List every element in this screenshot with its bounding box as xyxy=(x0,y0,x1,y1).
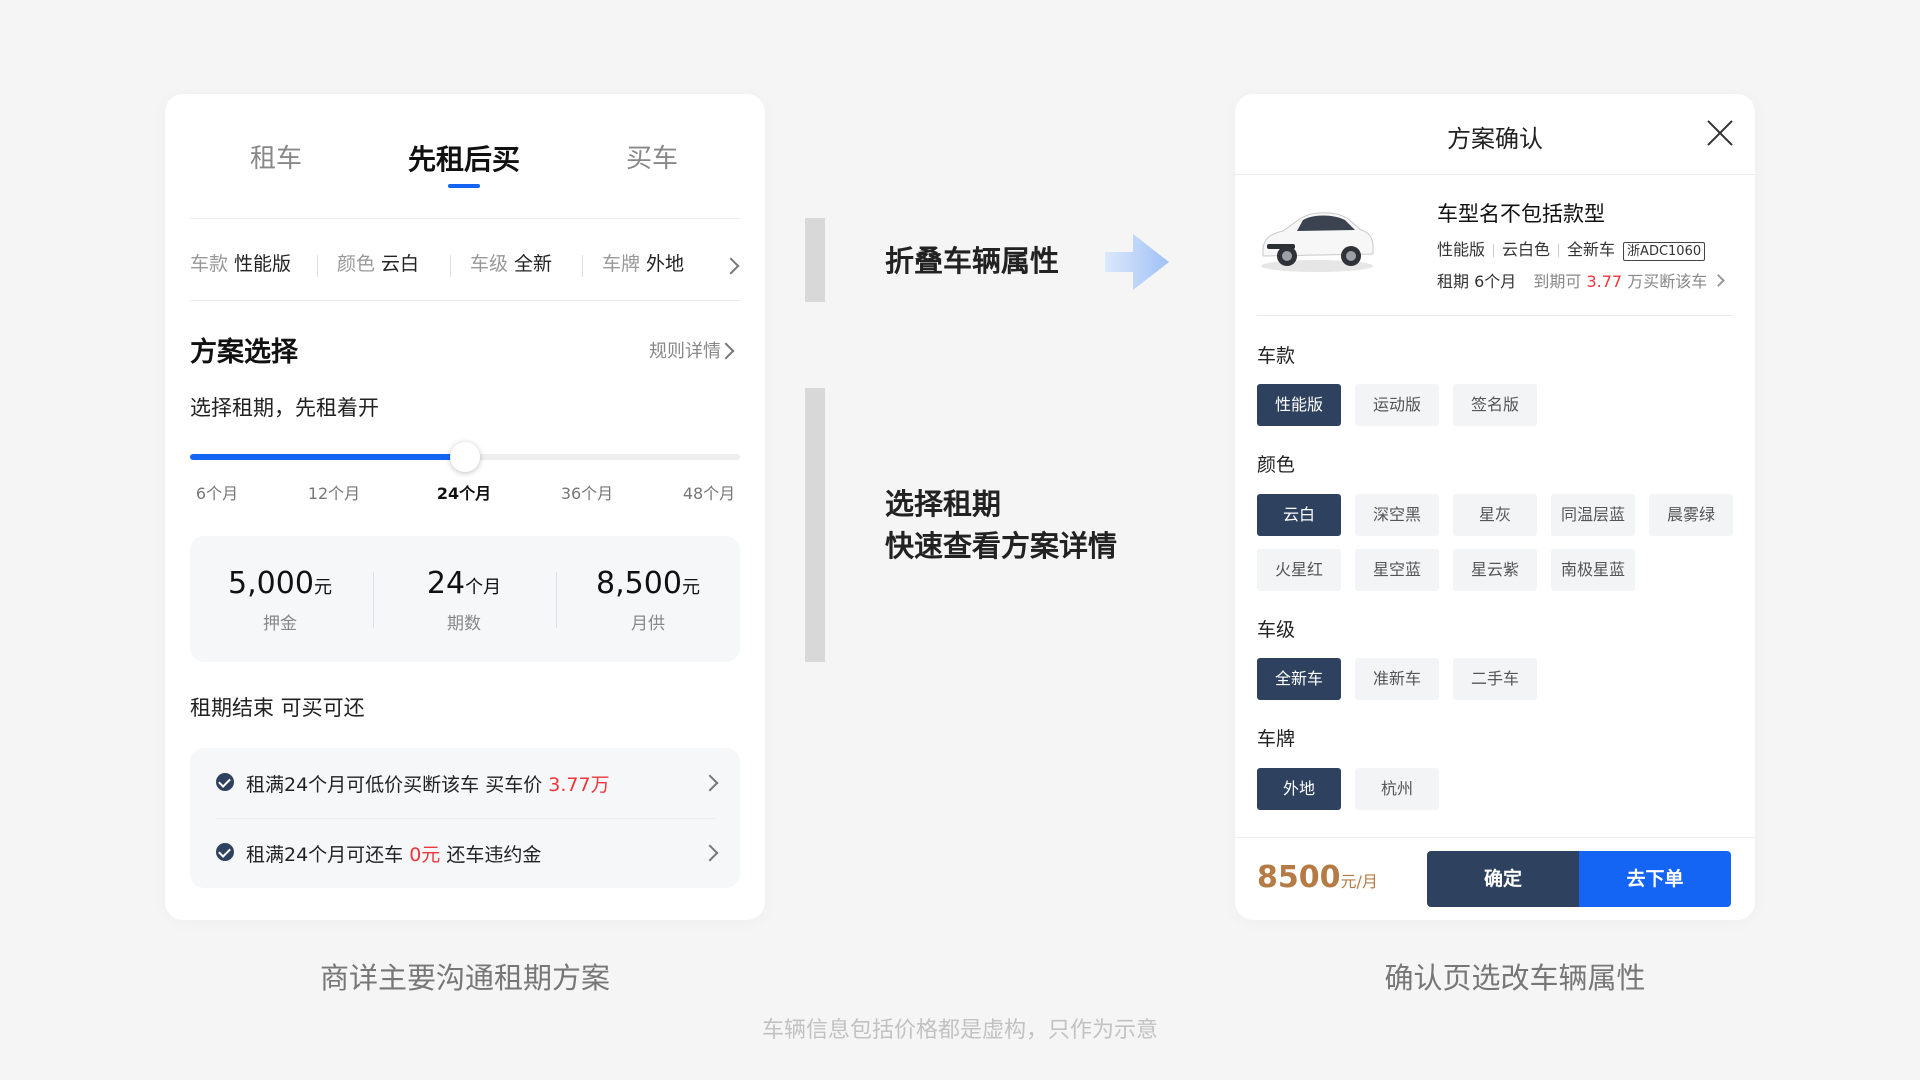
attr-color: 颜色 云白 xyxy=(337,253,420,275)
close-icon[interactable] xyxy=(1705,118,1735,148)
slider-tick[interactable]: 6个月 xyxy=(196,480,238,504)
stat-periods: 24个月 期数 xyxy=(426,566,502,634)
option-grade[interactable]: 全新车 xyxy=(1257,658,1341,700)
plan-section-title: 方案选择 xyxy=(190,337,298,368)
plate-badge: 浙ADC1060 xyxy=(1623,242,1706,261)
benefit-list: 租满24个月可低价买断该车 买车价 3.77万 租满24个月可还车 0元 还车违… xyxy=(190,748,740,888)
car-tags: 性能版 云白色 全新车 浙ADC1060 xyxy=(1437,236,1706,261)
vehicle-attributes-row[interactable]: 车款 性能版 颜色 云白 车级 全新 车牌 外地 xyxy=(190,249,740,283)
car-image xyxy=(1261,212,1374,272)
divider xyxy=(190,218,740,219)
chevron-right-icon xyxy=(701,774,719,792)
option-color[interactable]: 火星红 xyxy=(1257,549,1341,591)
arrow-right-icon xyxy=(1105,234,1169,290)
group-label-color: 颜色 xyxy=(1257,454,1296,476)
option-color[interactable]: 云白 xyxy=(1257,494,1341,536)
disclaimer: 车辆信息包括价格都是虚构，只作为示意 xyxy=(761,1018,1159,1043)
chevron-right-icon xyxy=(722,257,740,275)
tab-buy[interactable]: 买车 xyxy=(626,138,678,175)
option-color[interactable]: 深空黑 xyxy=(1355,494,1439,536)
plan-summary-box: 5,000元 押金 24个月 期数 8,500元 月供 xyxy=(190,536,740,662)
slider-tick[interactable]: 36个月 xyxy=(561,480,613,504)
option-color[interactable]: 南极星蓝 xyxy=(1551,549,1635,591)
annotation-marker-fold xyxy=(805,218,825,302)
chevron-right-icon xyxy=(701,844,719,862)
group-label-grade: 车级 xyxy=(1257,619,1296,641)
annotation-marker-term xyxy=(805,388,825,662)
term-slider-fill xyxy=(190,454,465,460)
place-order-button[interactable]: 去下单 xyxy=(1579,851,1731,907)
option-plate[interactable]: 外地 xyxy=(1257,768,1341,810)
divider xyxy=(317,255,318,277)
slider-tick[interactable]: 12个月 xyxy=(308,480,360,504)
car-model-name: 车型名不包括款型 xyxy=(1437,202,1605,226)
stat-deposit: 5,000元 押金 xyxy=(228,566,332,634)
check-circle-icon xyxy=(216,773,234,791)
car-term-info[interactable]: 租期 6个月 到期可 3.77 万买断该车 xyxy=(1437,268,1707,292)
caption-left: 商详主要沟通租期方案 xyxy=(319,961,611,995)
divider xyxy=(373,572,374,628)
caption-right: 确认页选改车辆属性 xyxy=(1384,961,1646,995)
option-color[interactable]: 晨雾绿 xyxy=(1649,494,1733,536)
option-model[interactable]: 性能版 xyxy=(1257,384,1341,426)
option-color[interactable]: 星灰 xyxy=(1453,494,1537,536)
tab-rent-then-buy[interactable]: 先租后买 xyxy=(408,138,520,178)
slider-tick-selected[interactable]: 24个月 xyxy=(437,480,491,504)
divider xyxy=(1257,315,1733,316)
stat-monthly: 8,500元 月供 xyxy=(596,566,700,634)
benefit-return[interactable]: 租满24个月可还车 0元 还车违约金 xyxy=(216,818,719,888)
annotation-fold: 折叠车辆属性 xyxy=(885,244,1060,278)
product-detail-card: 租车 先租后买 买车 车款 性能版 颜色 云白 车级 全新 车牌 外地 方案选择 规则详… xyxy=(165,94,765,920)
term-subtitle: 选择租期，先租着开 xyxy=(190,396,379,420)
divider xyxy=(582,255,583,277)
term-slider-handle[interactable] xyxy=(450,442,480,472)
divider xyxy=(1235,174,1755,175)
group-label-model: 车款 xyxy=(1257,345,1296,367)
annotation-select-term: 选择租期 快速查看方案详情 xyxy=(885,487,1118,563)
slider-tick[interactable]: 48个月 xyxy=(683,480,735,504)
monthly-price: 8500元/月 xyxy=(1257,860,1378,895)
benefit-buyout[interactable]: 租满24个月可低价买断该车 买车价 3.77万 xyxy=(216,748,719,818)
attr-grade: 车级 全新 xyxy=(470,253,553,275)
divider xyxy=(190,300,740,301)
sheet-footer: 8500元/月 确定 去下单 xyxy=(1235,837,1755,920)
confirm-button[interactable]: 确定 xyxy=(1427,851,1579,907)
attr-model: 车款 性能版 xyxy=(190,253,292,275)
rules-detail-link[interactable]: 规则详情 xyxy=(649,337,721,363)
term-end-title: 租期结束 可买可还 xyxy=(190,696,365,720)
option-grade[interactable]: 准新车 xyxy=(1355,658,1439,700)
active-tab-indicator xyxy=(448,184,480,188)
chevron-right-icon xyxy=(1712,274,1725,287)
tab-bar: 租车 先租后买 买车 xyxy=(165,138,765,178)
option-color[interactable]: 同温层蓝 xyxy=(1551,494,1635,536)
option-grade[interactable]: 二手车 xyxy=(1453,658,1537,700)
option-model[interactable]: 运动版 xyxy=(1355,384,1439,426)
check-circle-icon xyxy=(216,843,234,861)
option-color[interactable]: 星空蓝 xyxy=(1355,549,1439,591)
attr-plate: 车牌 外地 xyxy=(602,253,685,275)
confirm-sheet: 方案确认 车型名不包括款型 性能版 云白色 全新车 浙ADC1060 租期 6个月 到… xyxy=(1235,94,1755,920)
divider xyxy=(450,255,451,277)
group-label-plate: 车牌 xyxy=(1257,728,1296,750)
sheet-title: 方案确认 xyxy=(1447,125,1543,153)
option-model[interactable]: 签名版 xyxy=(1453,384,1537,426)
tab-rent[interactable]: 租车 xyxy=(250,138,302,175)
divider xyxy=(556,572,557,628)
option-color[interactable]: 星云紫 xyxy=(1453,549,1537,591)
option-plate[interactable]: 杭州 xyxy=(1355,768,1439,810)
